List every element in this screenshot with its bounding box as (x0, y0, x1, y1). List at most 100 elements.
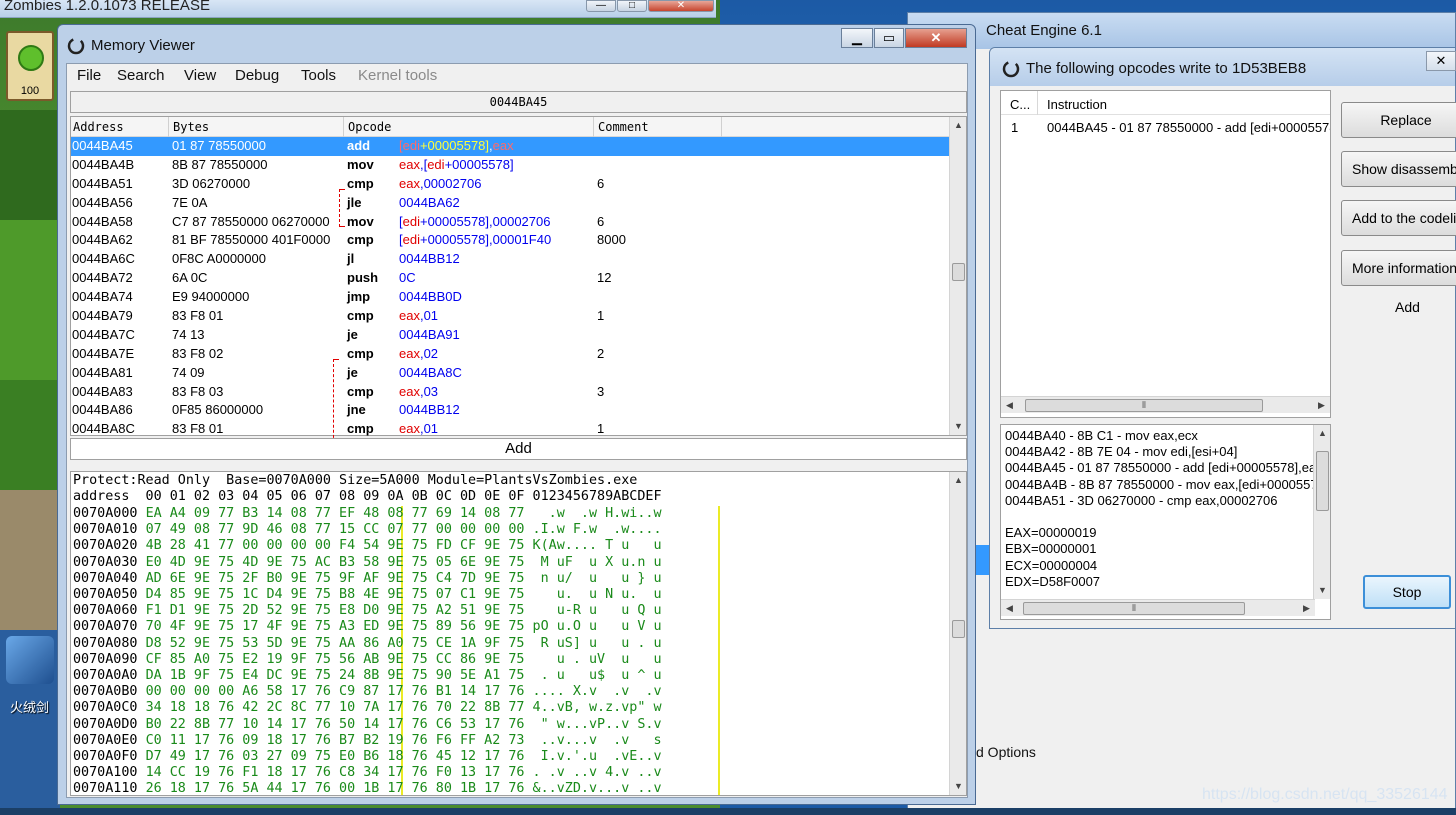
disasm-row[interactable]: 0044BA56 7E 0A jle 0044BA62 (71, 194, 951, 213)
pane-splitter[interactable] (70, 463, 967, 469)
menu-debug[interactable]: Debug (235, 67, 279, 84)
disasm-row[interactable]: 0044BA72 6A 0C push 0C 12 (71, 269, 951, 288)
minimize-button[interactable]: ▁ (841, 28, 873, 48)
scrollbar-thumb[interactable] (952, 620, 965, 638)
hex-row[interactable]: 0070A000 EA A4 09 77 B3 14 08 77 EF 48 0… (73, 506, 662, 522)
hex-row[interactable]: 0070A0F0 D7 49 17 76 03 27 09 75 E0 B6 1… (73, 749, 662, 765)
disasm-row[interactable]: 0044BA58 C7 87 78550000 06270000 mov [edi+0… (71, 213, 951, 232)
game-maximize-button[interactable]: □ (617, 0, 647, 12)
scroll-down-arrow-icon[interactable]: ▼ (950, 778, 966, 795)
scrollbar-thumb[interactable]: ⦀ (1023, 602, 1245, 615)
hex-row[interactable]: 0070A0D0 B0 22 8B 77 10 14 17 76 50 14 1… (73, 717, 662, 733)
app-shortcut-icon[interactable] (6, 636, 54, 684)
disasm-row[interactable]: 0044BA8C 83 F8 01 cmp eax,01 1 (71, 420, 951, 439)
scroll-right-arrow-icon[interactable]: ▶ (1313, 397, 1330, 414)
menu-tools[interactable]: Tools (301, 67, 336, 84)
disasm-row[interactable]: 0044BA79 83 F8 01 cmp eax,01 1 (71, 307, 951, 326)
desktop-icon-label[interactable]: 火绒剑 (10, 697, 49, 716)
ce-main-advanced-options[interactable]: d Options (976, 744, 1036, 760)
close-button[interactable]: ✕ (1426, 51, 1456, 71)
maximize-button[interactable]: ▭ (874, 28, 904, 48)
hex-row[interactable]: 0070A040 AD 6E 9E 75 2F B0 9E 75 9F AF 9… (73, 571, 662, 587)
disassembler-view[interactable]: Address Bytes Opcode Comment 0044BA45 01 … (70, 116, 967, 453)
scroll-up-arrow-icon[interactable]: ▲ (950, 117, 967, 134)
seed-packet-card[interactable]: 100 (6, 31, 54, 101)
disasm-row[interactable]: 0044BA74 E9 94000000 jmp 0044BB0D (71, 288, 951, 307)
hex-row[interactable]: 0070A060 F1 D1 9E 75 2D 52 9E 75 E8 D0 9… (73, 603, 662, 619)
col-count[interactable]: C... (1010, 97, 1030, 112)
scroll-up-arrow-icon[interactable]: ▲ (950, 472, 966, 489)
hex-row[interactable]: 0070A050 D4 85 9E 75 1C D4 9E 75 B8 4E 9… (73, 587, 662, 603)
disassembler-scrollbar[interactable]: ▲ ▼ (949, 117, 966, 435)
close-button[interactable]: ✕ (905, 28, 967, 48)
hex-row[interactable]: 0070A0E0 C0 11 17 76 09 18 17 76 B7 B2 1… (73, 733, 662, 749)
scroll-down-arrow-icon[interactable]: ▼ (950, 418, 967, 435)
info-hscrollbar[interactable]: ◀ ⦀ ▶ (1001, 599, 1315, 616)
disasm-address: 0044BA79 (72, 308, 133, 324)
disasm-row[interactable]: 0044BA7C 74 13 je 0044BA91 (71, 326, 951, 345)
stop-button[interactable]: Stop (1363, 575, 1451, 609)
menu-search[interactable]: Search (117, 67, 165, 84)
hex-row-address: 0070A0B0 (73, 684, 138, 700)
opcode-list[interactable]: C... Instruction 1 0044BA45 - 01 87 7855… (1000, 90, 1331, 418)
col-bytes[interactable]: Bytes (173, 120, 209, 134)
hex-row-bytes: DA 1B 9F 75 E4 DC 9E 75 24 8B 9E 75 90 5… (145, 668, 525, 683)
menu-view[interactable]: View (184, 67, 216, 84)
hex-row-address: 0070A0C0 (73, 700, 138, 716)
disasm-row[interactable]: 0044BA83 83 F8 03 cmp eax,03 3 (71, 383, 951, 402)
opcode-list-hscrollbar[interactable]: ◀ ⦀ ▶ (1001, 396, 1330, 413)
disasm-row[interactable]: 0044BA81 74 09 je 0044BA8C (71, 364, 951, 383)
hex-row-address: 0070A030 (73, 554, 138, 570)
opcode-list-row[interactable]: 1 0044BA45 - 01 87 78550000 - add [edi+0… (1001, 118, 1330, 138)
hex-row[interactable]: 0070A0C0 34 18 18 76 42 2C 8C 77 10 7A 1… (73, 700, 662, 716)
hex-row[interactable]: 0070A0B0 00 00 00 00 A6 58 17 76 C9 87 1… (73, 684, 662, 700)
add-bar[interactable]: Add (70, 438, 967, 460)
scrollbar-thumb[interactable] (1316, 451, 1329, 511)
hex-row-address: 0070A0D0 (73, 716, 138, 732)
more-information-button[interactable]: More information (1341, 250, 1456, 286)
col-opcode[interactable]: Opcode (348, 120, 391, 134)
scroll-down-arrow-icon[interactable]: ▼ (1314, 582, 1330, 599)
disasm-opcode: je (347, 326, 358, 342)
hex-row-bytes: 70 4F 9E 75 17 4F 9E 75 A3 ED 9E 75 89 5… (145, 619, 525, 635)
scroll-up-arrow-icon[interactable]: ▲ (1314, 425, 1330, 442)
disasm-row[interactable]: 0044BA45 01 87 78550000 add [edi+00005578],… (71, 137, 951, 156)
show-disassembler-button[interactable]: Show disassembler (1341, 151, 1456, 187)
disasm-bytes: 81 BF 78550000 401F0000 (172, 232, 331, 248)
add-to-codelist-button[interactable]: Add to the codelist (1341, 200, 1456, 236)
disasm-row[interactable]: 0044BA7E 83 F8 02 cmp eax,02 2 (71, 345, 951, 364)
hex-row[interactable]: 0070A090 CF 85 A0 75 E2 19 9F 75 56 AB 9… (73, 652, 662, 668)
hex-row[interactable]: 0070A080 D8 52 9E 75 53 5D 9E 75 AA 86 A… (73, 636, 662, 652)
col-comment[interactable]: Comment (598, 120, 649, 134)
col-instruction[interactable]: Instruction (1047, 97, 1107, 112)
hex-row[interactable]: 0070A100 14 CC 19 76 F1 18 17 76 C8 34 1… (73, 765, 662, 781)
scroll-right-arrow-icon[interactable]: ▶ (1298, 600, 1315, 617)
hex-row[interactable]: 0070A010 07 49 08 77 9D 46 08 77 15 CC 0… (73, 522, 662, 538)
hex-row[interactable]: 0070A110 26 18 17 76 5A 44 17 76 00 1B 1… (73, 781, 662, 795)
disasm-row[interactable]: 0044BA62 81 BF 78550000 401F0000 cmp [edi+0… (71, 231, 951, 250)
hex-scrollbar[interactable]: ▲ ▼ (949, 472, 966, 795)
hex-row-ascii: R uS] u u . u (532, 635, 662, 651)
scroll-left-arrow-icon[interactable]: ◀ (1001, 397, 1018, 414)
scrollbar-thumb[interactable] (952, 263, 965, 281)
hex-row[interactable]: 0070A020 4B 28 41 77 00 00 00 00 F4 54 9… (73, 538, 662, 554)
menu-kernel-tools[interactable]: Kernel tools (358, 67, 437, 84)
disasm-row[interactable]: 0044BA4B 8B 87 78550000 mov eax,[edi+000055… (71, 156, 951, 175)
hex-row[interactable]: 0070A0A0 DA 1B 9F 75 E4 DC 9E 75 24 8B 9… (73, 668, 662, 684)
scroll-left-arrow-icon[interactable]: ◀ (1001, 600, 1018, 617)
operand-part: edi (402, 232, 420, 248)
game-minimize-button[interactable]: — (586, 0, 616, 12)
disasm-row[interactable]: 0044BA86 0F85 86000000 jne 0044BB12 (71, 401, 951, 420)
info-vscrollbar[interactable]: ▲ ▼ (1313, 425, 1330, 599)
hex-row[interactable]: 0070A070 70 4F 9E 75 17 4F 9E 75 A3 ED 9… (73, 619, 662, 635)
replace-button[interactable]: Replace (1341, 102, 1456, 138)
scrollbar-thumb[interactable]: ⦀ (1025, 399, 1263, 412)
game-close-button[interactable]: ✕ (648, 0, 714, 12)
hex-row-ascii: .I.w F.w .w.... (532, 522, 662, 538)
menu-file[interactable]: File (77, 67, 101, 84)
disasm-row[interactable]: 0044BA6C 0F8C A0000000 jl 0044BB12 (71, 250, 951, 269)
hex-view[interactable]: Protect:Read Only Base=0070A000 Size=5A0… (70, 471, 967, 796)
hex-row[interactable]: 0070A030 E0 4D 9E 75 4D 9E 75 AC B3 58 9… (73, 555, 662, 571)
col-address[interactable]: Address (73, 120, 124, 134)
disasm-row[interactable]: 0044BA51 3D 06270000 cmp eax,00002706 6 (71, 175, 951, 194)
